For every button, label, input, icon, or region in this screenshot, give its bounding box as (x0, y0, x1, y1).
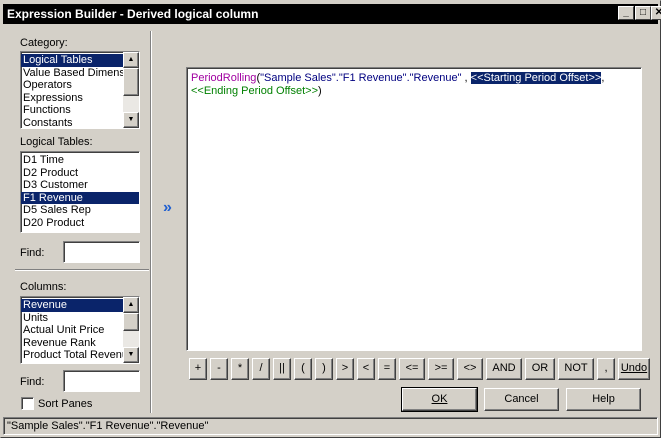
list-item[interactable]: Actual Unit Price (21, 324, 123, 337)
help-button[interactable]: Help (566, 388, 641, 411)
operator-button[interactable]: - (210, 358, 228, 380)
sort-panes-checkbox[interactable] (21, 397, 34, 410)
scroll-down-icon[interactable]: ▼ (123, 112, 139, 128)
operator-button[interactable]: >= (428, 358, 454, 380)
list-item[interactable]: D20 Product (21, 217, 139, 230)
list-item[interactable]: Constants (21, 117, 123, 128)
expression-separator: , (461, 72, 471, 84)
operator-button[interactable]: + (189, 358, 207, 380)
list-item[interactable]: F1 Revenue (21, 191, 139, 205)
expression-separator: , (601, 72, 605, 84)
operator-button[interactable]: OR (525, 358, 555, 380)
list-item[interactable]: D2 Product (21, 167, 139, 180)
operator-button[interactable]: ( (294, 358, 312, 380)
operator-button[interactable]: NOT (558, 358, 594, 380)
maximize-icon: □ (639, 7, 647, 18)
ok-label: OK (431, 393, 448, 405)
logical-tables-find-input[interactable] (63, 241, 140, 263)
list-item[interactable]: D1 Time (21, 154, 139, 167)
operator-button[interactable]: Undo (618, 358, 650, 380)
expression-ending-offset[interactable]: <<Ending Period Offset>> (191, 85, 318, 97)
list-item[interactable]: Product Total Revenue (21, 349, 134, 362)
operator-button[interactable]: <= (399, 358, 425, 380)
scroll-thumb[interactable] (123, 313, 139, 331)
pane-divider (15, 269, 149, 271)
columns-find-label: Find: (20, 376, 45, 388)
columns-scrollbar[interactable]: ▲ ▼ (123, 297, 139, 363)
operator-button[interactable]: / (252, 358, 270, 380)
scroll-up-icon[interactable]: ▲ (123, 52, 139, 68)
columns-find-input[interactable] (63, 370, 140, 392)
sort-panes-label: Sort Panes (38, 398, 93, 410)
operator-button[interactable]: = (378, 358, 396, 380)
operator-button[interactable]: ) (315, 358, 333, 380)
operator-button[interactable]: * (231, 358, 249, 380)
maximize-button[interactable]: □ (635, 6, 651, 20)
operator-button[interactable]: || (273, 358, 291, 380)
category-label: Category: (20, 37, 68, 49)
logical-tables-find-label: Find: (20, 247, 45, 259)
operator-button[interactable]: <> (457, 358, 483, 380)
cancel-label: Cancel (504, 393, 539, 405)
operator-button[interactable]: AND (486, 358, 522, 380)
list-item[interactable]: Expressions (21, 92, 123, 105)
window-title: Expression Builder - Derived logical col… (7, 7, 259, 21)
minimize-button[interactable]: _ (618, 6, 634, 20)
title-bar: Expression Builder - Derived logical col… (3, 4, 661, 24)
operator-button[interactable]: > (336, 358, 354, 380)
list-item[interactable]: Operators (21, 79, 123, 92)
expression-close-paren: ) (318, 85, 322, 97)
expression-editor[interactable]: PeriodRolling("Sample Sales"."F1 Revenue… (186, 67, 642, 351)
scroll-thumb[interactable] (123, 68, 139, 96)
list-item[interactable]: Value Based Dimensions (21, 67, 139, 80)
expression-builder-window: Expression Builder - Derived logical col… (0, 0, 661, 438)
status-text: "Sample Sales"."F1 Revenue"."Revenue" (7, 420, 209, 432)
list-item[interactable]: D5 Sales Rep (21, 204, 139, 217)
list-item[interactable]: Logical Tables (21, 54, 123, 67)
scroll-down-icon[interactable]: ▼ (123, 347, 139, 363)
operator-button[interactable]: < (357, 358, 375, 380)
close-icon: ✕ (654, 7, 661, 18)
insert-arrow-icon[interactable]: » (163, 199, 172, 217)
cancel-button[interactable]: Cancel (484, 388, 559, 411)
ok-button[interactable]: OK (401, 387, 478, 412)
minimize-icon: _ (623, 7, 629, 18)
expression-function: PeriodRolling (191, 72, 257, 84)
help-label: Help (592, 393, 615, 405)
list-item[interactable]: D3 Customer (21, 179, 139, 192)
vertical-divider (150, 31, 152, 413)
list-item[interactable]: Units (21, 312, 123, 325)
columns-label: Columns: (20, 281, 67, 293)
columns-list[interactable]: Revenue Units Actual Unit Price Revenue Ran… (20, 296, 140, 364)
operator-button[interactable]: , (597, 358, 615, 380)
expression-column-ref: "Sample Sales"."F1 Revenue"."Revenue" (260, 72, 462, 84)
status-bar: "Sample Sales"."F1 Revenue"."Revenue" (3, 417, 658, 435)
list-item[interactable]: Revenue Rank (21, 337, 123, 350)
close-button[interactable]: ✕ (651, 6, 661, 20)
category-list[interactable]: Logical Tables Value Based Dimensions Oper… (20, 51, 140, 129)
logical-tables-list[interactable]: D1 Time D2 Product D3 Customer F1 Revenue D5… (20, 151, 140, 233)
scroll-up-icon[interactable]: ▲ (123, 297, 139, 313)
logical-tables-label: Logical Tables: (20, 136, 93, 148)
category-scrollbar[interactable]: ▲ ▼ (123, 52, 139, 128)
list-item[interactable]: Functions (21, 104, 123, 117)
expression-starting-offset[interactable]: <<Starting Period Offset>> (470, 72, 602, 84)
list-item[interactable]: Revenue (21, 299, 123, 312)
